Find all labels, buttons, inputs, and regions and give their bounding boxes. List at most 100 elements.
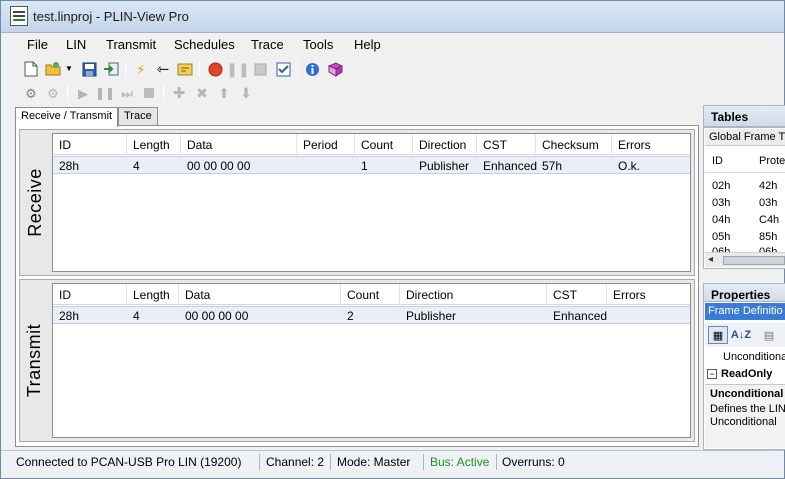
col-id[interactable]: ID: [53, 284, 127, 305]
receive-grid[interactable]: ID Length Data Period Count Direction CS…: [52, 133, 691, 272]
menu-help[interactable]: Help: [354, 37, 381, 52]
property-description: Unconditional Defines the LIN Unconditio…: [705, 384, 785, 448]
receive-group: Receive ID Length Data Period Count Dire…: [19, 129, 695, 276]
col-direction[interactable]: Direction: [400, 284, 547, 305]
transmit-group: Transmit ID Length Data Count Direction …: [19, 279, 695, 442]
col-data[interactable]: Data: [179, 284, 341, 305]
menu-file[interactable]: File: [27, 37, 48, 52]
cell-id: 28h: [59, 159, 80, 173]
properties-toolbar: ▦ A↓Z ▤: [705, 323, 785, 347]
col-count[interactable]: Count: [341, 284, 400, 305]
menu-tools[interactable]: Tools: [303, 37, 333, 52]
pause-icon[interactable]: ❚❚: [226, 60, 249, 78]
tab-trace[interactable]: Trace: [118, 107, 158, 126]
title-bar: test.linproj - PLIN-View Pro: [1, 1, 784, 33]
menu-lin[interactable]: LIN: [66, 37, 86, 52]
tables-row-id[interactable]: 02h: [712, 180, 730, 192]
tables-col-id[interactable]: ID: [712, 155, 723, 167]
menu-schedules[interactable]: Schedules: [174, 37, 235, 52]
menu-trace[interactable]: Trace: [251, 37, 284, 52]
cell-direction: Publisher: [406, 309, 457, 323]
hardware-config-icon[interactable]: [176, 60, 194, 78]
tables-horizontal-scrollbar[interactable]: ◂: [705, 252, 785, 267]
status-separator: [330, 454, 331, 470]
property-category-readonly[interactable]: − ReadOnly: [707, 368, 772, 380]
table-row[interactable]: 28h 4 00 00 00 00 1 Publisher Enhanced 5…: [53, 156, 690, 174]
save-icon[interactable]: [80, 60, 98, 78]
add-icon[interactable]: ✚: [170, 84, 188, 102]
filter-icon[interactable]: [274, 60, 292, 78]
status-separator: [496, 454, 497, 470]
property-unconditional[interactable]: Unconditiona: [723, 351, 785, 363]
move-up-icon[interactable]: ⬆: [215, 84, 233, 102]
properties-panel: Frame Definitio ▦ A↓Z ▤ Unconditiona − Re…: [703, 301, 785, 450]
receive-label: Receive: [24, 168, 45, 237]
collapse-icon[interactable]: −: [707, 369, 717, 379]
cell-id: 28h: [59, 309, 80, 323]
table-row[interactable]: 28h 4 00 00 00 00 2 Publisher Enhanced: [53, 306, 690, 324]
col-direction[interactable]: Direction: [413, 134, 477, 155]
status-connection: Connected to PCAN-USB Pro LIN (19200): [16, 455, 242, 469]
col-period[interactable]: Period: [297, 134, 355, 155]
disconnect-icon[interactable]: ⇽: [154, 60, 172, 78]
tab-receive-transmit[interactable]: Receive / Transmit: [15, 107, 119, 127]
schedule-add-icon[interactable]: ⚙: [22, 84, 40, 102]
cell-checksum: 57h: [542, 159, 563, 173]
schedule-stop-icon[interactable]: [140, 84, 158, 102]
delete-icon[interactable]: ✖: [193, 84, 211, 102]
property-pages-icon[interactable]: ▤: [760, 326, 778, 344]
col-cst[interactable]: CST: [477, 134, 536, 155]
play-icon[interactable]: ▶: [74, 84, 92, 102]
scroll-thumb[interactable]: [723, 256, 785, 265]
col-cst[interactable]: CST: [547, 284, 607, 305]
col-checksum[interactable]: Checksum: [536, 134, 612, 155]
readonly-label: ReadOnly: [721, 368, 773, 380]
toolbar-separator: [199, 61, 200, 77]
transmit-label: Transmit: [24, 323, 45, 398]
tables-row-prot: 85h: [759, 231, 778, 243]
record-icon[interactable]: [206, 60, 224, 78]
step-icon[interactable]: ⏭: [118, 84, 136, 102]
alphabetical-sort-icon[interactable]: A↓Z: [731, 326, 751, 344]
receive-transmit-pane: Receive ID Length Data Period Count Dire…: [15, 125, 699, 447]
schedule-pause-icon[interactable]: ❚❚: [95, 84, 115, 102]
menu-transmit[interactable]: Transmit: [106, 37, 156, 52]
col-count[interactable]: Count: [355, 134, 413, 155]
col-id[interactable]: ID: [53, 134, 127, 155]
scroll-left-icon[interactable]: ◂: [708, 254, 713, 265]
tables-panel: Global Frame T ID Prote 02h 42h 03h 03h …: [703, 127, 785, 269]
tables-col-protected-id[interactable]: Prote: [759, 155, 785, 167]
status-separator: [259, 454, 260, 470]
stop-icon[interactable]: [251, 60, 269, 78]
global-frame-table-tab[interactable]: Global Frame T: [705, 129, 785, 146]
info-icon[interactable]: [303, 60, 321, 78]
open-dropdown-icon[interactable]: ▼: [64, 60, 74, 78]
move-down-icon[interactable]: ⬇: [237, 84, 255, 102]
tables-row-id[interactable]: 04h: [712, 214, 730, 226]
schedule-edit-icon[interactable]: ⚙: [44, 84, 62, 102]
status-bus: Bus: Active: [430, 455, 490, 469]
cell-data: 00 00 00 00: [187, 159, 251, 173]
help-book-icon[interactable]: [326, 60, 344, 78]
categorized-view-icon[interactable]: ▦: [708, 326, 728, 344]
export-icon[interactable]: [102, 60, 120, 78]
cell-length: 4: [133, 159, 140, 173]
status-bar: Connected to PCAN-USB Pro LIN (19200) Ch…: [1, 450, 784, 472]
col-errors[interactable]: Errors: [607, 284, 696, 305]
col-length[interactable]: Length: [127, 134, 181, 155]
col-data[interactable]: Data: [181, 134, 297, 155]
transmit-grid[interactable]: ID Length Data Count Direction CST Error…: [52, 283, 691, 438]
description-line-2: Unconditional: [710, 416, 777, 428]
status-separator: [423, 454, 424, 470]
transmit-grid-header: ID Length Data Count Direction CST Error…: [53, 284, 690, 305]
col-length[interactable]: Length: [127, 284, 179, 305]
new-project-icon[interactable]: [22, 60, 40, 78]
connect-icon[interactable]: ⚡: [132, 60, 150, 78]
tables-row-id[interactable]: 03h: [712, 197, 730, 209]
properties-object-selector[interactable]: Frame Definitio: [705, 303, 785, 320]
description-line-1: Defines the LIN: [710, 403, 785, 415]
col-errors[interactable]: Errors: [612, 134, 696, 155]
description-title: Unconditional: [710, 388, 784, 400]
open-project-icon[interactable]: [44, 60, 62, 78]
tables-row-id[interactable]: 05h: [712, 231, 730, 243]
